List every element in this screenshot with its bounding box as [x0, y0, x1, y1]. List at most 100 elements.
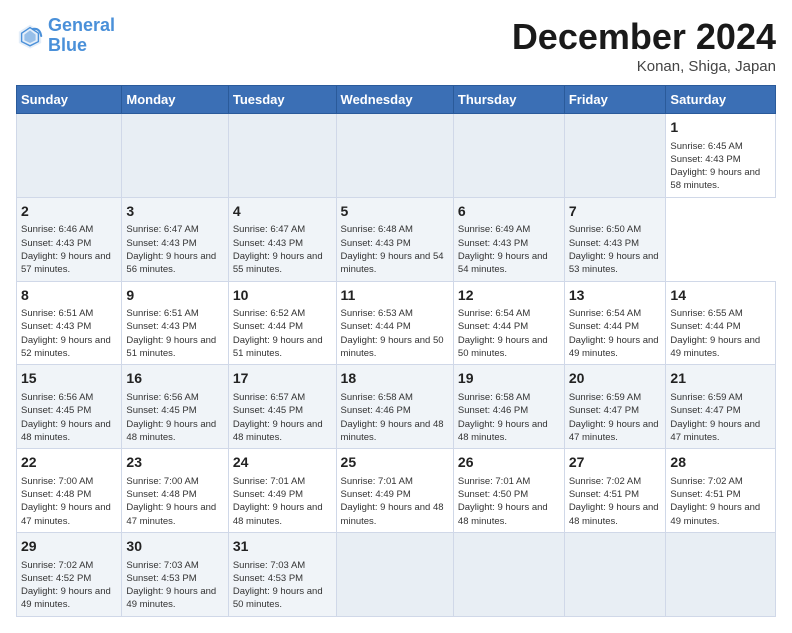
daylight-text: Daylight: 9 hours and 57 minutes.: [21, 250, 117, 277]
daylight-text: Daylight: 9 hours and 51 minutes.: [126, 334, 223, 361]
sunset-text: Sunset: 4:48 PM: [21, 488, 117, 501]
daylight-text: Daylight: 9 hours and 54 minutes.: [458, 250, 560, 277]
sunrise-text: Sunrise: 7:02 AM: [21, 559, 117, 572]
day-cell-21: 21Sunrise: 6:59 AMSunset: 4:47 PMDayligh…: [666, 365, 776, 449]
day-number: 14: [670, 286, 771, 306]
day-cell-17: 17Sunrise: 6:57 AMSunset: 4:45 PMDayligh…: [228, 365, 336, 449]
day-cell-24: 24Sunrise: 7:01 AMSunset: 4:49 PMDayligh…: [228, 449, 336, 533]
day-number: 19: [458, 369, 560, 389]
day-number: 24: [233, 453, 332, 473]
month-title: December 2024: [512, 16, 776, 58]
sunset-text: Sunset: 4:45 PM: [126, 404, 223, 417]
sunrise-text: Sunrise: 7:02 AM: [670, 475, 771, 488]
empty-cell: [453, 532, 564, 616]
logo-text: GeneralBlue: [48, 16, 115, 56]
day-number: 11: [341, 286, 449, 306]
day-cell-7: 7Sunrise: 6:50 AMSunset: 4:43 PMDaylight…: [564, 197, 666, 281]
day-cell-19: 19Sunrise: 6:58 AMSunset: 4:46 PMDayligh…: [453, 365, 564, 449]
daylight-text: Daylight: 9 hours and 47 minutes.: [569, 418, 662, 445]
empty-cell: [453, 114, 564, 198]
empty-cell: [564, 114, 666, 198]
day-cell-10: 10Sunrise: 6:52 AMSunset: 4:44 PMDayligh…: [228, 281, 336, 365]
day-number: 9: [126, 286, 223, 306]
sunrise-text: Sunrise: 6:59 AM: [670, 391, 771, 404]
daylight-text: Daylight: 9 hours and 49 minutes.: [21, 585, 117, 612]
sunrise-text: Sunrise: 6:50 AM: [569, 223, 662, 236]
day-number: 8: [21, 286, 117, 306]
daylight-text: Daylight: 9 hours and 55 minutes.: [233, 250, 332, 277]
sunset-text: Sunset: 4:43 PM: [21, 237, 117, 250]
header-day-thursday: Thursday: [453, 86, 564, 114]
day-cell-2: 2Sunrise: 6:46 AMSunset: 4:43 PMDaylight…: [17, 197, 122, 281]
sunrise-text: Sunrise: 6:54 AM: [458, 307, 560, 320]
daylight-text: Daylight: 9 hours and 48 minutes.: [21, 418, 117, 445]
daylight-text: Daylight: 9 hours and 49 minutes.: [670, 501, 771, 528]
sunrise-text: Sunrise: 7:02 AM: [569, 475, 662, 488]
daylight-text: Daylight: 9 hours and 58 minutes.: [670, 166, 771, 193]
day-number: 17: [233, 369, 332, 389]
sunrise-text: Sunrise: 6:51 AM: [126, 307, 223, 320]
sunrise-text: Sunrise: 6:58 AM: [458, 391, 560, 404]
day-cell-13: 13Sunrise: 6:54 AMSunset: 4:44 PMDayligh…: [564, 281, 666, 365]
header-day-saturday: Saturday: [666, 86, 776, 114]
day-cell-23: 23Sunrise: 7:00 AMSunset: 4:48 PMDayligh…: [122, 449, 228, 533]
sunrise-text: Sunrise: 6:51 AM: [21, 307, 117, 320]
logo-icon: [16, 22, 44, 50]
empty-cell: [228, 114, 336, 198]
sunrise-text: Sunrise: 6:48 AM: [341, 223, 449, 236]
daylight-text: Daylight: 9 hours and 48 minutes.: [126, 418, 223, 445]
sunset-text: Sunset: 4:47 PM: [670, 404, 771, 417]
day-cell-9: 9Sunrise: 6:51 AMSunset: 4:43 PMDaylight…: [122, 281, 228, 365]
sunrise-text: Sunrise: 6:47 AM: [233, 223, 332, 236]
day-cell-20: 20Sunrise: 6:59 AMSunset: 4:47 PMDayligh…: [564, 365, 666, 449]
daylight-text: Daylight: 9 hours and 48 minutes.: [458, 501, 560, 528]
empty-cell: [336, 532, 453, 616]
day-cell-6: 6Sunrise: 6:49 AMSunset: 4:43 PMDaylight…: [453, 197, 564, 281]
day-number: 21: [670, 369, 771, 389]
daylight-text: Daylight: 9 hours and 49 minutes.: [126, 585, 223, 612]
sunrise-text: Sunrise: 6:49 AM: [458, 223, 560, 236]
sunrise-text: Sunrise: 7:01 AM: [458, 475, 560, 488]
sunset-text: Sunset: 4:51 PM: [569, 488, 662, 501]
day-number: 30: [126, 537, 223, 557]
sunset-text: Sunset: 4:49 PM: [233, 488, 332, 501]
header-day-tuesday: Tuesday: [228, 86, 336, 114]
day-cell-1: 1Sunrise: 6:45 AMSunset: 4:43 PMDaylight…: [666, 114, 776, 198]
sunset-text: Sunset: 4:45 PM: [233, 404, 332, 417]
week-row-5: 22Sunrise: 7:00 AMSunset: 4:48 PMDayligh…: [17, 449, 776, 533]
daylight-text: Daylight: 9 hours and 48 minutes.: [569, 501, 662, 528]
daylight-text: Daylight: 9 hours and 48 minutes.: [341, 501, 449, 528]
day-number: 3: [126, 202, 223, 222]
sunrise-text: Sunrise: 6:53 AM: [341, 307, 449, 320]
sunrise-text: Sunrise: 6:55 AM: [670, 307, 771, 320]
page-header: GeneralBlue December 2024 Konan, Shiga, …: [16, 16, 776, 75]
daylight-text: Daylight: 9 hours and 51 minutes.: [233, 334, 332, 361]
sunset-text: Sunset: 4:44 PM: [670, 320, 771, 333]
header-day-wednesday: Wednesday: [336, 86, 453, 114]
sunset-text: Sunset: 4:44 PM: [341, 320, 449, 333]
header-day-monday: Monday: [122, 86, 228, 114]
day-number: 22: [21, 453, 117, 473]
sunset-text: Sunset: 4:44 PM: [569, 320, 662, 333]
location: Konan, Shiga, Japan: [512, 58, 776, 75]
day-number: 5: [341, 202, 449, 222]
sunset-text: Sunset: 4:43 PM: [458, 237, 560, 250]
day-cell-14: 14Sunrise: 6:55 AMSunset: 4:44 PMDayligh…: [666, 281, 776, 365]
sunset-text: Sunset: 4:46 PM: [458, 404, 560, 417]
daylight-text: Daylight: 9 hours and 54 minutes.: [341, 250, 449, 277]
sunrise-text: Sunrise: 6:58 AM: [341, 391, 449, 404]
daylight-text: Daylight: 9 hours and 48 minutes.: [233, 501, 332, 528]
day-number: 18: [341, 369, 449, 389]
day-cell-25: 25Sunrise: 7:01 AMSunset: 4:49 PMDayligh…: [336, 449, 453, 533]
daylight-text: Daylight: 9 hours and 56 minutes.: [126, 250, 223, 277]
day-number: 10: [233, 286, 332, 306]
empty-cell: [17, 114, 122, 198]
day-number: 26: [458, 453, 560, 473]
title-block: December 2024 Konan, Shiga, Japan: [512, 16, 776, 75]
empty-cell: [336, 114, 453, 198]
day-number: 31: [233, 537, 332, 557]
week-row-1: 1Sunrise: 6:45 AMSunset: 4:43 PMDaylight…: [17, 114, 776, 198]
day-number: 25: [341, 453, 449, 473]
day-cell-12: 12Sunrise: 6:54 AMSunset: 4:44 PMDayligh…: [453, 281, 564, 365]
week-row-6: 29Sunrise: 7:02 AMSunset: 4:52 PMDayligh…: [17, 532, 776, 616]
